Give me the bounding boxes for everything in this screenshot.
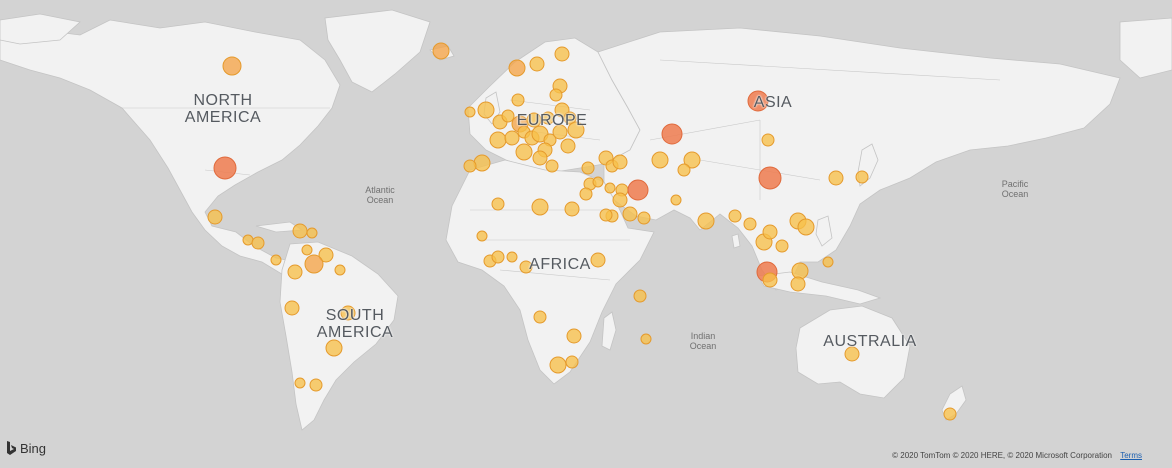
location-bubble[interactable] (309, 378, 323, 392)
location-bubble[interactable] (304, 254, 324, 274)
location-bubble[interactable] (532, 150, 548, 166)
location-bubble[interactable] (489, 131, 507, 149)
location-bubble[interactable] (294, 377, 306, 389)
location-bubble[interactable] (511, 93, 525, 107)
location-bubble[interactable] (491, 250, 505, 264)
location-bubble[interactable] (697, 212, 715, 230)
location-bubble[interactable] (743, 217, 757, 231)
location-bubble[interactable] (222, 56, 242, 76)
location-bubble[interactable] (287, 264, 303, 280)
ocean-label-pacific: Pacific Ocean (1001, 179, 1029, 199)
location-bubble[interactable] (529, 56, 545, 72)
location-bubble[interactable] (533, 310, 547, 324)
location-bubble[interactable] (622, 206, 638, 222)
location-bubble[interactable] (670, 194, 682, 206)
location-bubble[interactable] (758, 166, 782, 190)
location-bubble[interactable] (213, 156, 237, 180)
location-bubble[interactable] (761, 133, 775, 147)
location-bubble[interactable] (301, 244, 313, 256)
bubble-layer[interactable] (0, 0, 1172, 468)
location-bubble[interactable] (599, 208, 613, 222)
location-bubble[interactable] (661, 123, 683, 145)
location-bubble[interactable] (251, 236, 265, 250)
location-bubble[interactable] (306, 227, 318, 239)
location-bubble[interactable] (651, 151, 669, 169)
location-bubble[interactable] (325, 339, 343, 357)
location-bubble[interactable] (604, 182, 616, 194)
attribution-text: © 2020 TomTom © 2020 HERE, © 2020 Micros… (892, 451, 1112, 460)
location-bubble[interactable] (292, 223, 308, 239)
location-bubble[interactable] (566, 328, 582, 344)
location-bubble[interactable] (506, 251, 518, 263)
location-bubble[interactable] (822, 256, 834, 268)
location-bubble[interactable] (564, 201, 580, 217)
location-bubble[interactable] (633, 289, 647, 303)
location-bubble[interactable] (554, 46, 570, 62)
location-bubble[interactable] (627, 179, 649, 201)
location-bubble[interactable] (747, 90, 769, 112)
location-bubble[interactable] (844, 346, 860, 362)
location-bubble[interactable] (828, 170, 844, 186)
location-bubble[interactable] (775, 239, 789, 253)
location-bubble[interactable] (284, 300, 300, 316)
location-bubble[interactable] (565, 355, 579, 369)
terms-link[interactable]: Terms (1120, 451, 1142, 460)
location-bubble[interactable] (762, 224, 778, 240)
location-bubble[interactable] (432, 42, 450, 60)
location-bubble[interactable] (612, 154, 628, 170)
ocean-label-atlantic: Atlantic Ocean (365, 185, 395, 205)
bing-label: Bing (20, 441, 47, 456)
location-bubble[interactable] (270, 254, 282, 266)
location-bubble[interactable] (637, 211, 651, 225)
location-bubble[interactable] (581, 161, 595, 175)
location-bubble[interactable] (526, 112, 542, 128)
location-bubble[interactable] (541, 111, 555, 125)
location-bubble[interactable] (508, 59, 526, 77)
location-bubble[interactable] (762, 272, 778, 288)
location-bubble[interactable] (590, 252, 606, 268)
location-bubble[interactable] (501, 109, 515, 123)
location-bubble[interactable] (855, 170, 869, 184)
location-bubble[interactable] (592, 176, 604, 188)
location-bubble[interactable] (567, 121, 585, 139)
location-bubble[interactable] (797, 218, 815, 236)
world-map[interactable]: NORTH AMERICA SOUTH AMERICA EUROPE AFRICA … (0, 0, 1172, 468)
location-bubble[interactable] (531, 198, 549, 216)
location-bubble[interactable] (640, 333, 652, 345)
location-bubble[interactable] (612, 192, 628, 208)
location-bubble[interactable] (549, 356, 567, 374)
location-bubble[interactable] (519, 260, 533, 274)
location-bubble[interactable] (579, 187, 593, 201)
location-bubble[interactable] (334, 264, 346, 276)
location-bubble[interactable] (790, 276, 806, 292)
location-bubble[interactable] (545, 159, 559, 173)
location-bubble[interactable] (549, 88, 563, 102)
location-bubble[interactable] (477, 101, 495, 119)
location-bubble[interactable] (242, 234, 254, 246)
location-bubble[interactable] (943, 407, 957, 421)
location-bubble[interactable] (207, 209, 223, 225)
map-attribution: © 2020 TomTom © 2020 HERE, © 2020 Micros… (892, 451, 1142, 460)
location-bubble[interactable] (476, 230, 488, 242)
bing-logo[interactable]: Bing (6, 441, 46, 456)
location-bubble[interactable] (463, 159, 477, 173)
location-bubble[interactable] (552, 124, 568, 140)
location-bubble[interactable] (560, 138, 576, 154)
location-bubble[interactable] (464, 106, 476, 118)
location-bubble[interactable] (728, 209, 742, 223)
ocean-label-indian: Indian Ocean (689, 331, 717, 351)
bing-icon (7, 441, 16, 455)
location-bubble[interactable] (677, 163, 691, 177)
location-bubble[interactable] (473, 154, 491, 172)
location-bubble[interactable] (491, 197, 505, 211)
location-bubble[interactable] (340, 305, 356, 321)
location-bubble[interactable] (791, 262, 809, 280)
location-bubble[interactable] (504, 130, 520, 146)
location-bubble[interactable] (515, 143, 533, 161)
